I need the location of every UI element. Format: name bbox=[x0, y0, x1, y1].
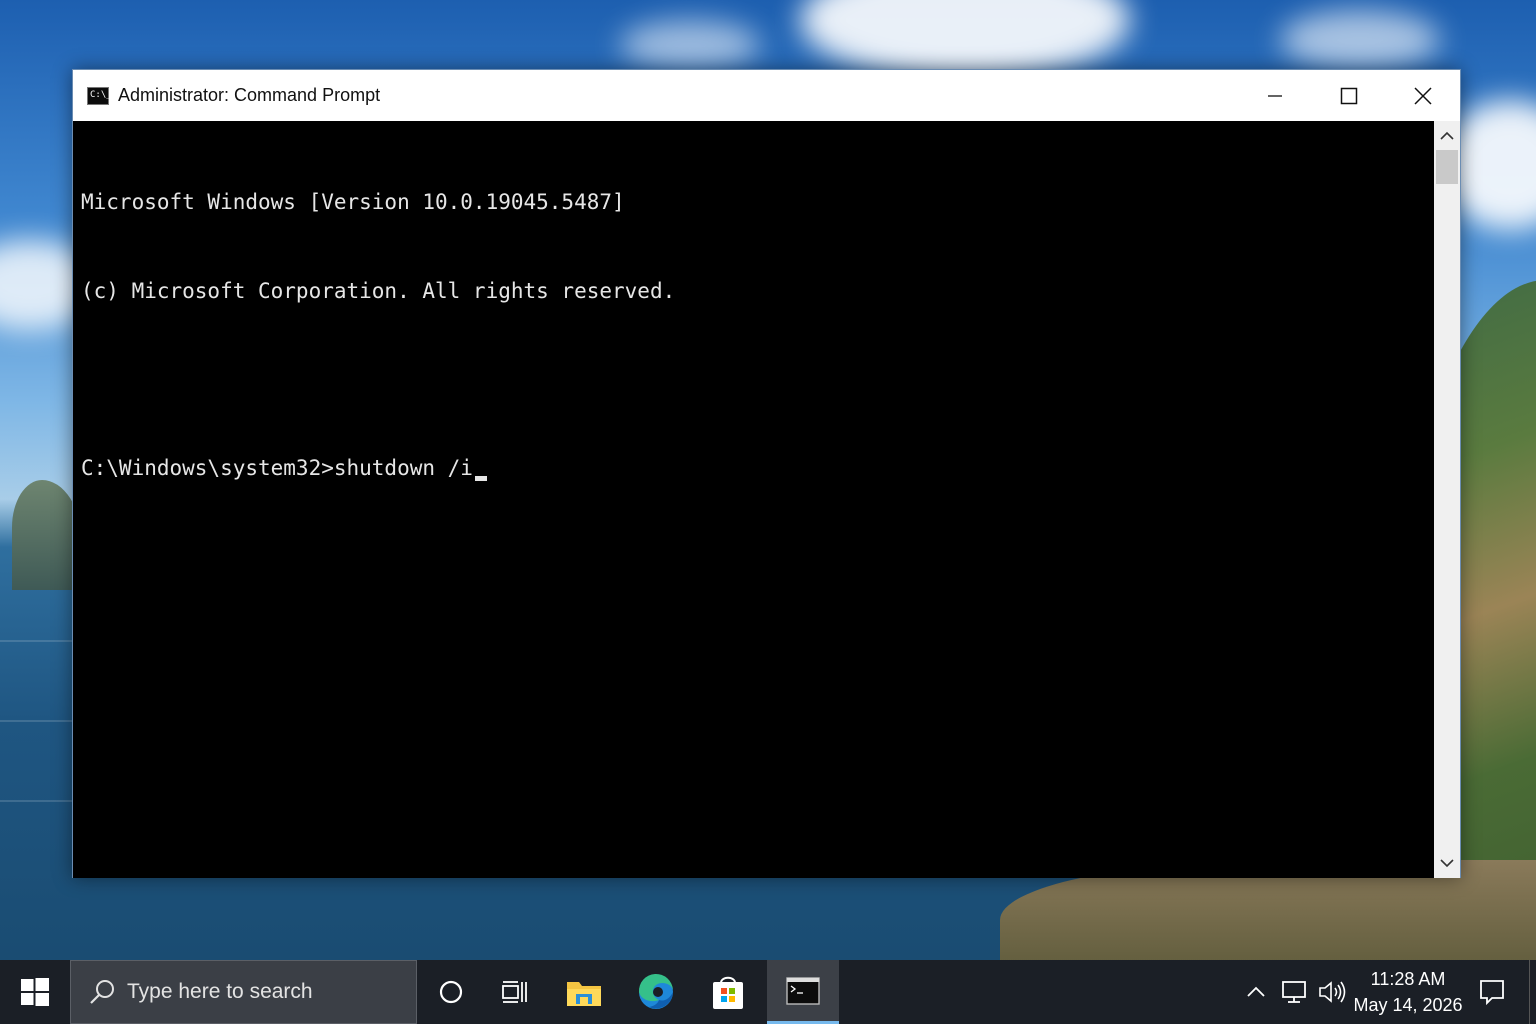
volume-icon bbox=[1319, 981, 1346, 1003]
scroll-up-button[interactable] bbox=[1434, 123, 1460, 149]
cloud bbox=[620, 20, 760, 70]
command-prompt-window[interactable]: C:\_ Administrator: Command Prompt Micro… bbox=[72, 69, 1461, 878]
maximize-button[interactable] bbox=[1312, 70, 1386, 121]
cloud bbox=[800, 0, 1130, 80]
edge-icon bbox=[638, 973, 673, 1009]
close-icon bbox=[1414, 86, 1432, 105]
cortana-circle-icon bbox=[439, 980, 463, 1004]
chevron-down-icon bbox=[1440, 859, 1454, 868]
taskbar-search-box[interactable]: Type here to search bbox=[70, 960, 417, 1024]
maximize-icon bbox=[1340, 87, 1358, 104]
network-button[interactable] bbox=[1276, 960, 1312, 1024]
task-view-icon bbox=[502, 981, 527, 1003]
notification-icon bbox=[1480, 980, 1504, 1006]
network-icon bbox=[1282, 981, 1306, 1003]
scroll-down-button[interactable] bbox=[1434, 850, 1460, 876]
console-output[interactable]: Microsoft Windows [Version 10.0.19045.54… bbox=[73, 121, 1435, 878]
action-center-button[interactable] bbox=[1470, 960, 1514, 1024]
search-placeholder: Type here to search bbox=[127, 980, 313, 1003]
minimize-button[interactable] bbox=[1238, 70, 1312, 121]
show-hidden-icons-button[interactable] bbox=[1240, 960, 1272, 1024]
console-line: Microsoft Windows [Version 10.0.19045.54… bbox=[81, 190, 625, 214]
microsoft-store-button[interactable] bbox=[692, 960, 764, 1024]
clock-time: 11:28 AM bbox=[1370, 969, 1446, 989]
command-prompt-taskbar-button[interactable] bbox=[767, 960, 839, 1024]
cortana-button[interactable] bbox=[415, 960, 487, 1024]
command-prompt-icon bbox=[786, 976, 820, 1005]
scroll-thumb[interactable] bbox=[1436, 150, 1458, 184]
store-icon bbox=[713, 976, 743, 1009]
volume-button[interactable] bbox=[1314, 960, 1350, 1024]
window-titlebar[interactable]: C:\_ Administrator: Command Prompt bbox=[73, 70, 1460, 121]
taskbar: Type here to search 11:28 AM May 14, 202… bbox=[0, 960, 1536, 1024]
close-button[interactable] bbox=[1386, 70, 1460, 121]
caption-buttons bbox=[1238, 70, 1460, 121]
start-button[interactable] bbox=[0, 960, 70, 1024]
show-desktop-button[interactable] bbox=[1529, 960, 1536, 1024]
task-view-button[interactable] bbox=[478, 960, 550, 1024]
cloud bbox=[1280, 10, 1440, 70]
console-prompt-line[interactable]: C:\Windows\system32>shutdown /i bbox=[81, 454, 1435, 484]
file-explorer-icon bbox=[567, 982, 601, 1006]
command-prompt-icon[interactable]: C:\_ bbox=[87, 86, 112, 105]
icon-label: C:\_ bbox=[90, 89, 112, 100]
file-explorer-button[interactable] bbox=[548, 960, 620, 1024]
console-line: (c) Microsoft Corporation. All rights re… bbox=[81, 278, 676, 303]
text-cursor bbox=[474, 475, 487, 481]
vertical-scrollbar[interactable] bbox=[1434, 121, 1460, 878]
chevron-up-icon bbox=[1440, 131, 1454, 140]
taskbar-clock[interactable]: 11:28 AM May 14, 2026 bbox=[1352, 960, 1464, 1024]
console-command-text: C:\Windows\system32>shutdown /i bbox=[81, 455, 473, 480]
window-title: Administrator: Command Prompt bbox=[118, 85, 381, 105]
windows-logo-icon bbox=[21, 978, 49, 1006]
chevron-up-icon bbox=[1247, 986, 1265, 997]
edge-button[interactable] bbox=[620, 960, 692, 1024]
clock-date: May 14, 2026 bbox=[1353, 995, 1463, 1015]
minimize-icon bbox=[1268, 94, 1282, 97]
search-icon bbox=[90, 980, 114, 1004]
